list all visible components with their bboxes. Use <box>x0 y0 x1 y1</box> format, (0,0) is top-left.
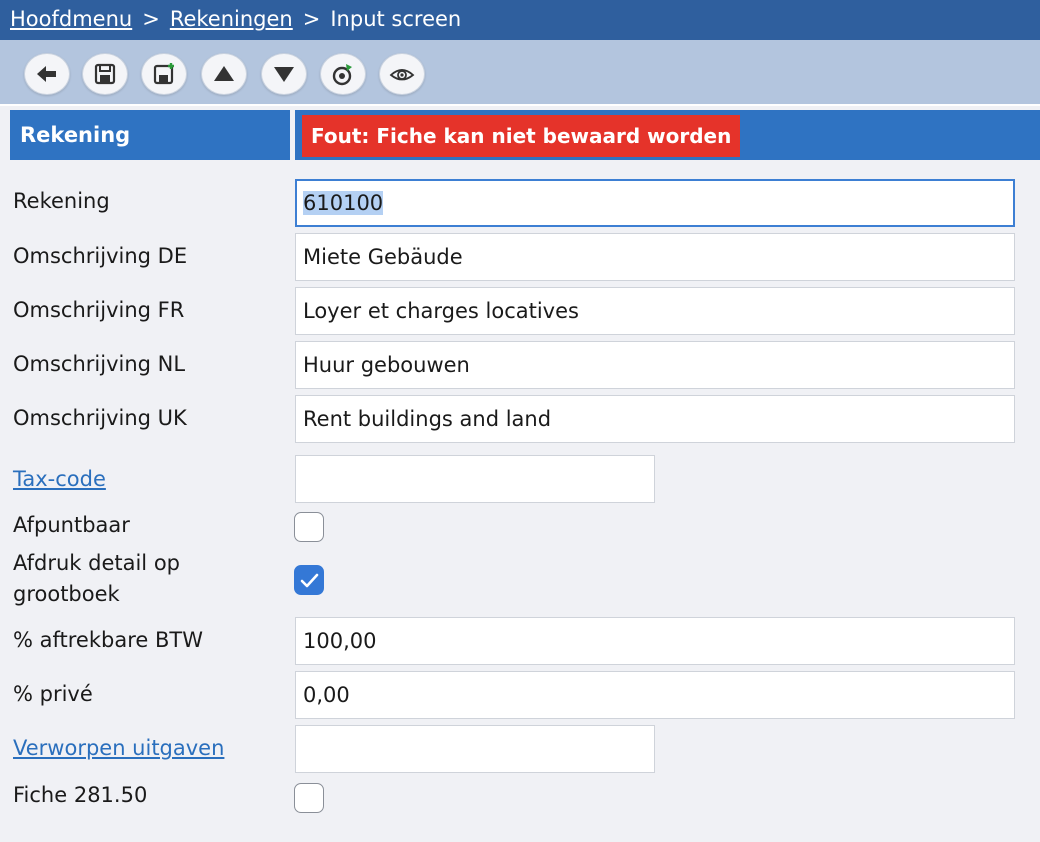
omschrijving-de-input[interactable]: Miete Gebäude <box>295 233 1015 281</box>
label-omschrijving-fr: Omschrijving FR <box>13 298 185 322</box>
preview-button[interactable] <box>379 53 425 95</box>
checkmark-icon <box>300 573 319 588</box>
refresh-icon <box>332 64 352 86</box>
move-down-button[interactable] <box>261 53 307 95</box>
eye-icon <box>389 69 415 81</box>
label-afpuntbaar: Afpuntbaar <box>13 513 130 537</box>
error-header: Fout: Fiche kan niet bewaard worden <box>295 110 1040 160</box>
afdruk-detail-checkbox[interactable] <box>294 565 324 595</box>
label-omschrijving-nl: Omschrijving NL <box>13 352 186 376</box>
breadcrumb-link-rekeningen[interactable]: Rekeningen <box>170 7 293 31</box>
save-new-button[interactable] <box>141 53 187 95</box>
breadcrumb: Hoofdmenu > Rekeningen > Input screen <box>0 0 1040 40</box>
label-afdruk-detail-line2: grootboek <box>13 582 120 606</box>
error-message: Fout: Fiche kan niet bewaard worden <box>302 115 741 157</box>
breadcrumb-separator: > <box>142 7 160 31</box>
breadcrumb-separator: > <box>302 7 321 31</box>
prive-input[interactable]: 0,00 <box>295 671 1015 719</box>
back-arrow-icon <box>37 66 56 82</box>
label-afdruk-detail: Afdruk detail op grootboek <box>13 548 180 610</box>
rekening-value: 610100 <box>303 191 384 215</box>
arrow-up-icon <box>214 66 234 81</box>
fiche-28150-checkbox[interactable] <box>294 783 324 813</box>
verworpen-uitgaven-link[interactable]: Verworpen uitgaven <box>13 736 224 760</box>
save-icon <box>94 63 116 85</box>
tax-code-input[interactable] <box>295 455 655 503</box>
section-title: Rekening <box>20 123 131 147</box>
aftrekbare-btw-input[interactable]: 100,00 <box>295 617 1015 665</box>
afpuntbaar-checkbox[interactable] <box>294 512 324 542</box>
label-omschrijving-uk: Omschrijving UK <box>13 406 187 430</box>
tax-code-link[interactable]: Tax-code <box>13 467 106 491</box>
omschrijving-uk-input[interactable]: Rent buildings and land <box>295 395 1015 443</box>
refresh-button[interactable] <box>320 53 366 95</box>
label-fiche-28150: Fiche 281.50 <box>13 783 148 807</box>
breadcrumb-current: Input screen <box>330 7 462 31</box>
arrow-down-icon <box>274 67 294 82</box>
breadcrumb-link-hoofdmenu[interactable]: Hoofdmenu <box>10 7 132 31</box>
label-omschrijving-de: Omschrijving DE <box>13 244 188 268</box>
section-header: Rekening <box>10 110 290 160</box>
rekening-input[interactable]: 610100 <box>295 179 1015 227</box>
omschrijving-fr-input[interactable]: Loyer et charges locatives <box>295 287 1015 335</box>
back-button[interactable] <box>24 53 70 95</box>
toolbar <box>0 40 1040 106</box>
verworpen-uitgaven-input[interactable] <box>295 725 655 773</box>
label-aftrekbare-btw: % aftrekbare BTW <box>13 628 203 652</box>
save-button[interactable] <box>82 53 128 95</box>
omschrijving-nl-input[interactable]: Huur gebouwen <box>295 341 1015 389</box>
label-prive: % privé <box>13 682 93 706</box>
move-up-button[interactable] <box>201 53 247 95</box>
label-afdruk-detail-line1: Afdruk detail op <box>13 551 180 575</box>
save-new-icon <box>153 63 174 85</box>
label-rekening: Rekening <box>13 189 110 213</box>
